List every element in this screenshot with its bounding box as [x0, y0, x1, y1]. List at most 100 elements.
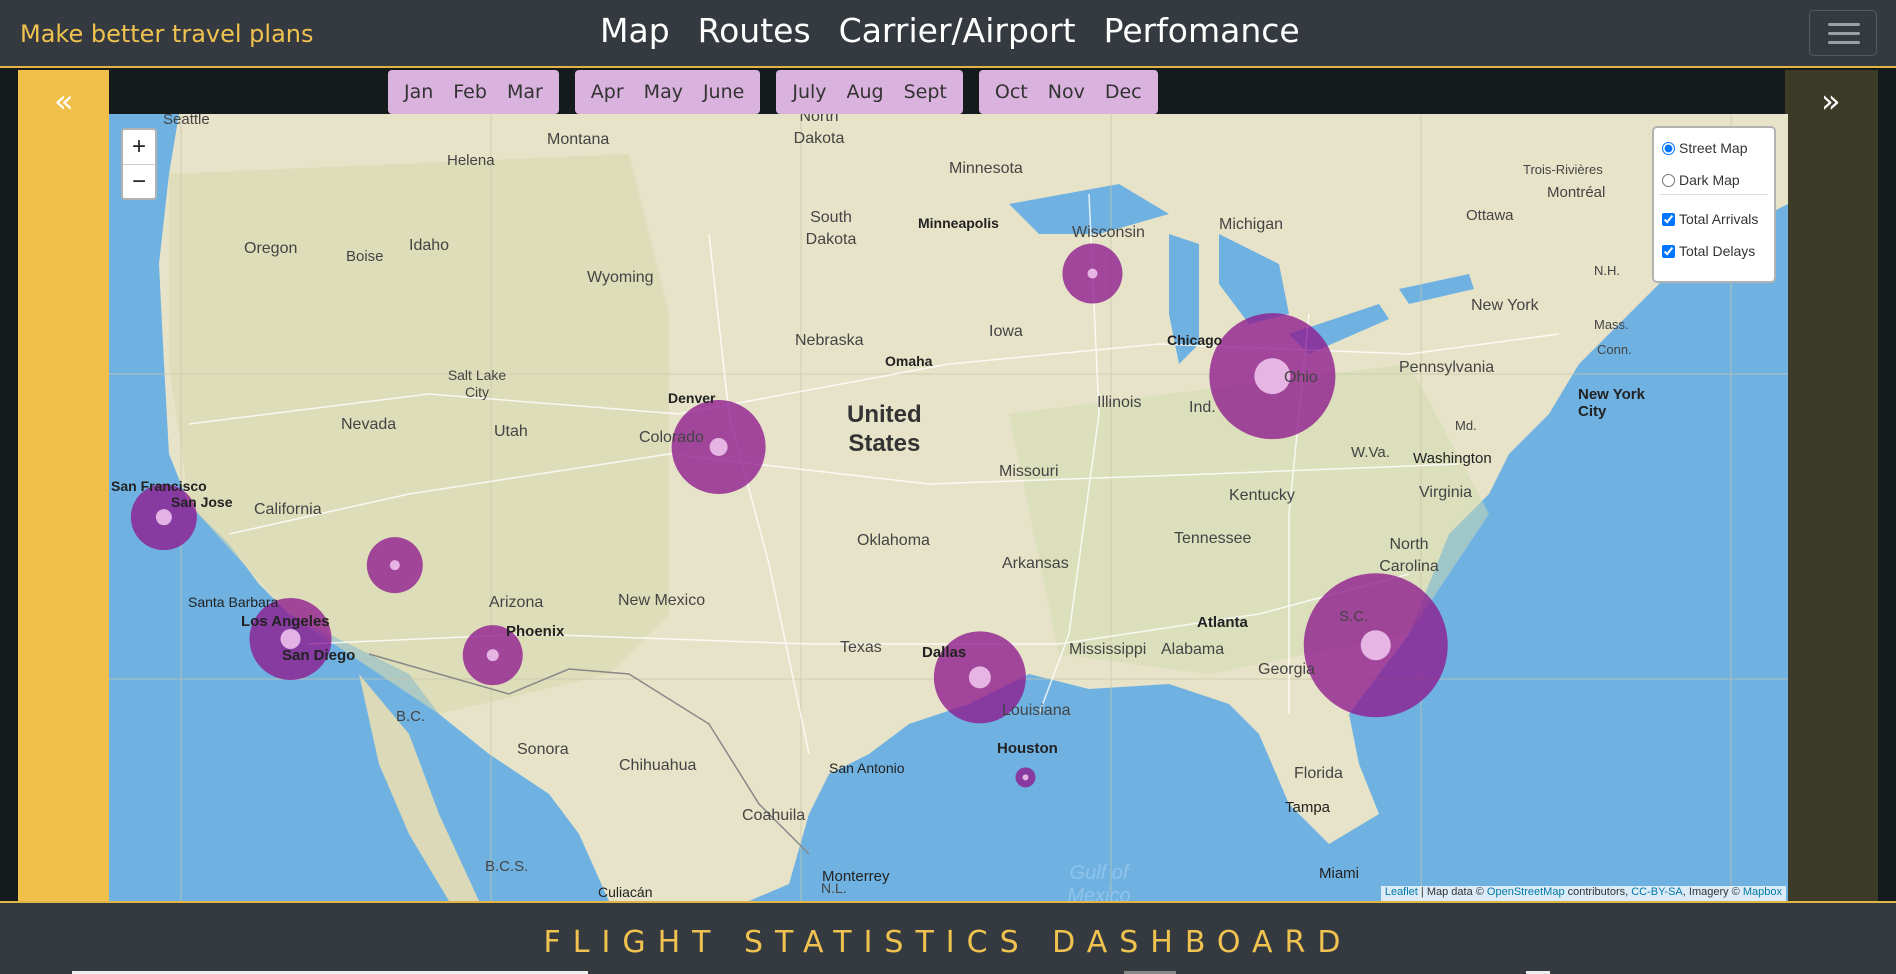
place-label: Louisiana [1002, 702, 1071, 719]
place-label: Pennsylvania [1399, 359, 1495, 376]
month-group-q1: Jan Feb Mar [388, 70, 559, 114]
delays-marker[interactable] [155, 509, 172, 526]
zoom-out-button[interactable]: − [123, 165, 155, 199]
total-delays-checkbox[interactable] [1662, 244, 1675, 258]
dashboard-title: FLIGHT STATISTICS DASHBOARD [543, 925, 1353, 960]
layer-total-arrivals[interactable]: Total Arrivals [1662, 211, 1758, 227]
month-june[interactable]: June [693, 81, 754, 103]
month-selector: Jan Feb Mar Apr May June July Aug Sept O… [388, 70, 1158, 114]
menu-toggle-button[interactable] [1809, 10, 1877, 56]
delays-marker[interactable] [968, 666, 991, 689]
place-label: Mass. [1594, 317, 1629, 332]
place-label: B.C.S. [485, 858, 529, 875]
nav-link-map[interactable]: Map [600, 11, 670, 50]
month-nov[interactable]: Nov [1038, 81, 1095, 103]
place-label: Nevada [341, 416, 397, 433]
place-label: Conn. [1597, 342, 1632, 357]
city-label: New York City [1578, 386, 1645, 420]
place-label: California [254, 501, 322, 518]
place-label: Culiacán [598, 884, 653, 900]
mapbox-link[interactable]: Mapbox [1743, 886, 1782, 898]
place-label: Miami [1319, 865, 1359, 882]
collapse-left-button[interactable]: « [54, 82, 74, 120]
attribution-text: | Map data © [1417, 886, 1487, 898]
hamburger-icon [1828, 41, 1860, 44]
place-label: North Carolina [1379, 536, 1439, 575]
city-label: Phoenix [506, 623, 565, 640]
nav-link-performance[interactable]: Perfomance [1104, 11, 1300, 50]
month-apr[interactable]: Apr [581, 81, 634, 103]
zoom-in-button[interactable]: + [123, 130, 155, 165]
right-sidebar: » [1785, 70, 1878, 901]
month-july[interactable]: July [782, 81, 836, 103]
place-label: Nebraska [795, 332, 864, 349]
total-arrivals-checkbox[interactable] [1662, 212, 1675, 226]
place-label: Texas [840, 639, 882, 656]
hamburger-icon [1828, 32, 1860, 35]
layer-dark-map[interactable]: Dark Map [1662, 172, 1740, 188]
osm-link[interactable]: OpenStreetMap [1487, 886, 1565, 898]
place-label: B.C. [396, 708, 426, 725]
city-label: Denver [668, 390, 716, 406]
nav-link-routes[interactable]: Routes [698, 11, 811, 50]
month-may[interactable]: May [634, 81, 693, 103]
place-label: Boise [346, 248, 384, 265]
delays-marker[interactable] [1087, 268, 1098, 279]
month-group-q3: July Aug Sept [776, 70, 963, 114]
street-map-radio[interactable] [1662, 141, 1675, 155]
place-label: Iowa [989, 323, 1023, 340]
delays-marker[interactable] [389, 560, 400, 571]
place-label: N.L. [821, 880, 847, 896]
delays-marker[interactable] [709, 437, 728, 456]
month-oct[interactable]: Oct [985, 81, 1038, 103]
place-label: Ind. [1189, 399, 1216, 416]
city-label: Atlanta [1197, 614, 1248, 631]
month-mar[interactable]: Mar [497, 81, 553, 103]
place-label: Tennessee [1174, 530, 1252, 547]
city-label: Los Angeles [241, 613, 330, 630]
place-label: Oklahoma [857, 532, 930, 549]
delays-marker[interactable] [1360, 630, 1391, 661]
month-sept[interactable]: Sept [894, 81, 957, 103]
city-label: San Jose [171, 494, 233, 510]
layer-total-delays[interactable]: Total Delays [1662, 243, 1755, 259]
layer-control: Street Map Dark Map Total Arrivals Total… [1652, 126, 1776, 283]
month-aug[interactable]: Aug [837, 81, 894, 103]
place-label: Georgia [1258, 661, 1315, 678]
place-label: Idaho [409, 237, 450, 254]
collapse-right-button[interactable]: » [1821, 82, 1841, 120]
month-dec[interactable]: Dec [1095, 81, 1152, 103]
place-label: Coahuila [742, 807, 806, 824]
place-label: New Mexico [618, 592, 706, 609]
place-label: W.Va. [1351, 444, 1390, 461]
navbar: Make better travel plans Map Routes Carr… [0, 0, 1896, 68]
map-attribution: Leaflet | Map data © OpenStreetMap contr… [1380, 886, 1786, 901]
delays-marker[interactable] [1022, 774, 1029, 781]
place-label: Sonora [517, 741, 569, 758]
country-label: United States [847, 401, 922, 457]
place-label: Ohio [1284, 369, 1318, 386]
nav-link-carrier-airport[interactable]: Carrier/Airport [839, 11, 1076, 50]
place-label: Oregon [244, 240, 298, 257]
place-label: N.H. [1594, 263, 1620, 278]
place-label: Virginia [1419, 484, 1473, 501]
map-base [109, 114, 1788, 901]
place-label: Salt Lake City [447, 367, 507, 400]
layer-street-map[interactable]: Street Map [1662, 140, 1747, 156]
zoom-control: + − [121, 128, 157, 200]
city-label: San Francisco [111, 478, 207, 494]
place-label: Tampa [1285, 799, 1331, 816]
map-view[interactable]: Seattle Helena Montana North Dakota Minn… [109, 114, 1788, 901]
city-label: Minneapolis [918, 215, 999, 231]
brand-title[interactable]: Make better travel plans [20, 20, 314, 48]
place-label: Washington [1413, 450, 1492, 467]
license-link[interactable]: CC-BY-SA [1631, 886, 1683, 898]
place-label: Mississippi [1069, 641, 1147, 658]
delays-marker[interactable] [486, 649, 499, 662]
month-feb[interactable]: Feb [443, 81, 497, 103]
place-label: Arkansas [1002, 555, 1069, 572]
delays-marker[interactable] [280, 628, 301, 649]
month-jan[interactable]: Jan [394, 81, 443, 103]
dark-map-radio[interactable] [1662, 173, 1675, 187]
leaflet-link[interactable]: Leaflet [1385, 886, 1418, 898]
